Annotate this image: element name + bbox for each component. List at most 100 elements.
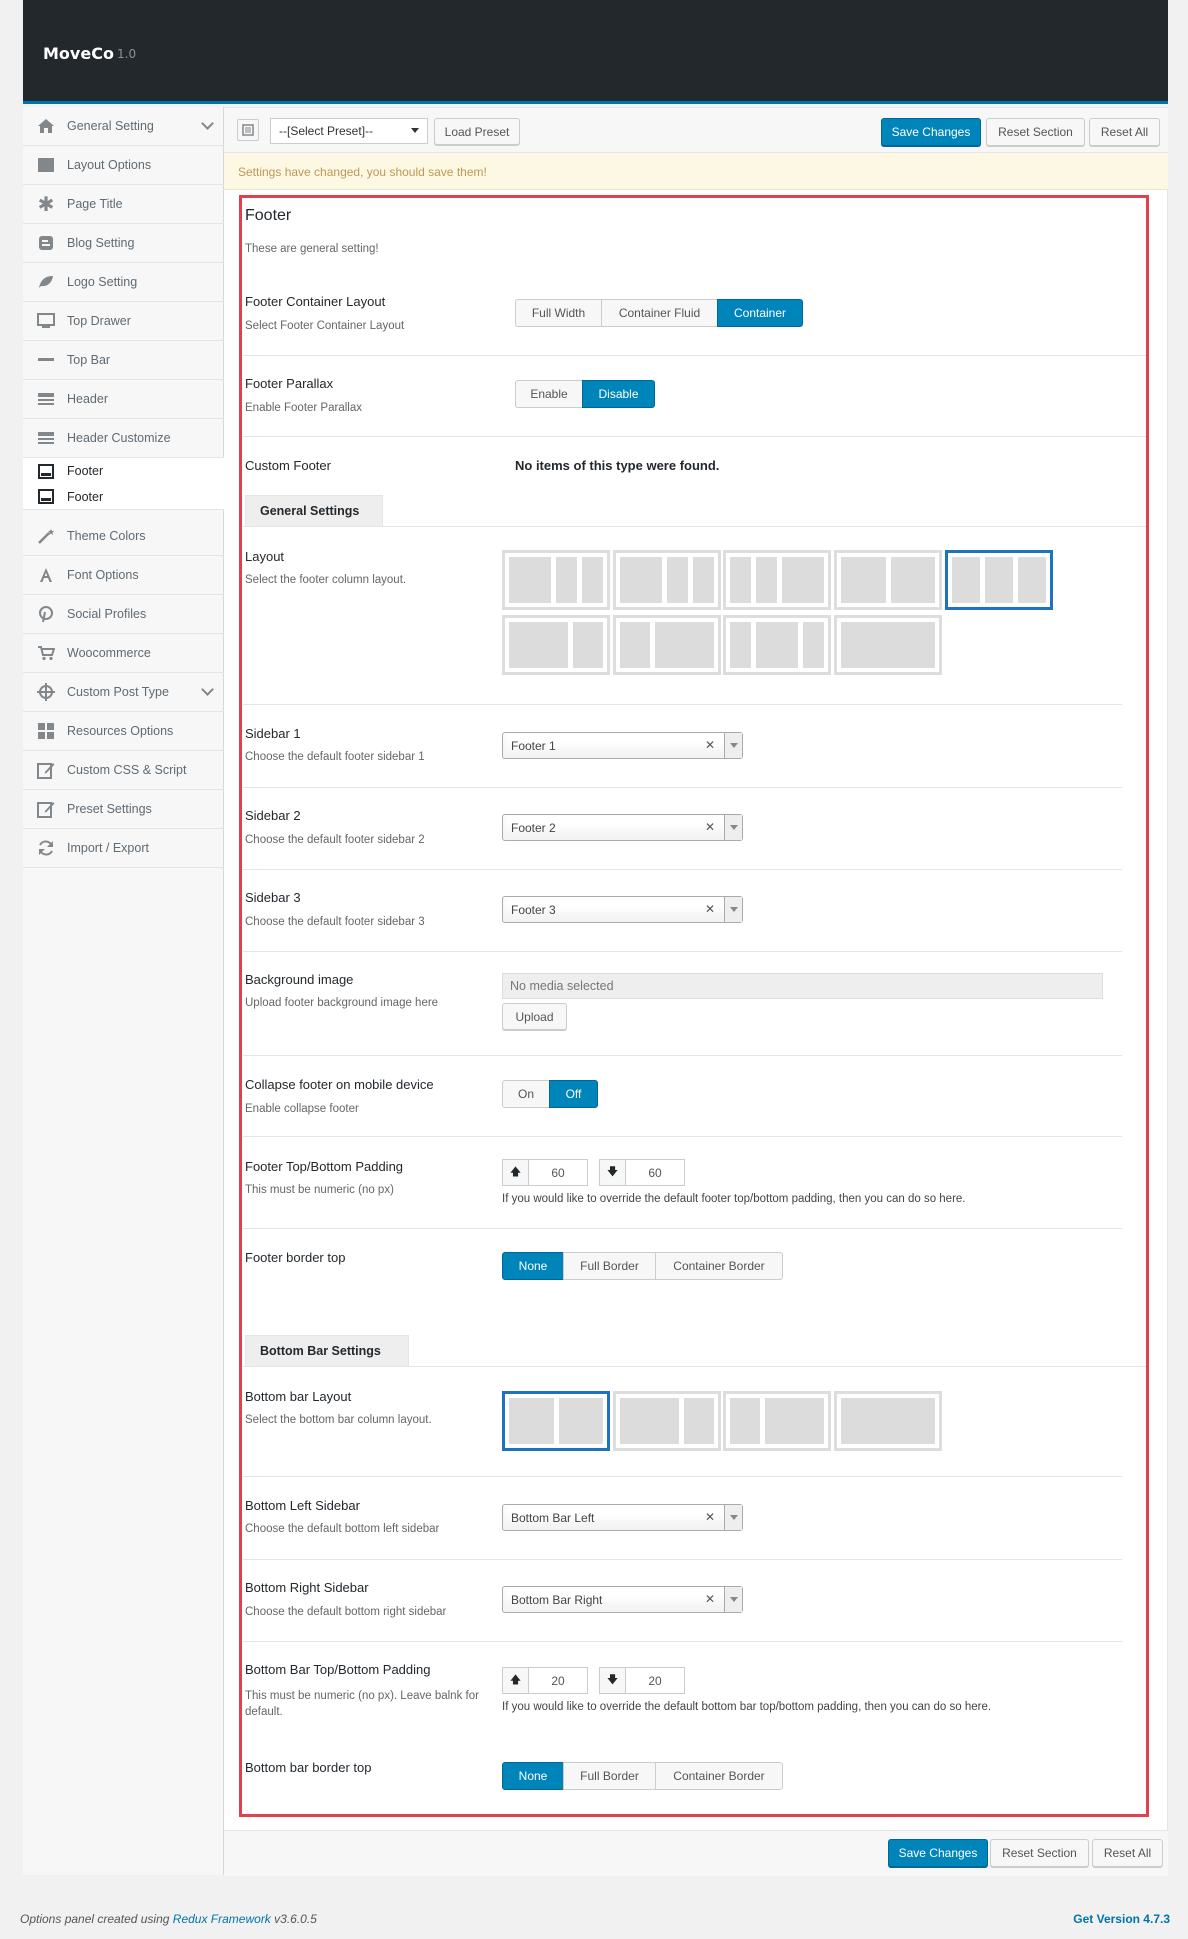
sidebar-item-woocommerce[interactable]: Woocommerce (23, 634, 224, 673)
layout-option-1-2-2[interactable] (502, 550, 610, 610)
preset-select[interactable]: --[Select Preset]-- (270, 118, 428, 144)
sidebar-item-theme-colors[interactable]: Theme Colors (23, 517, 224, 556)
field-label: Background image (245, 972, 354, 987)
bottom-right-sidebar-select[interactable]: Bottom Bar Right ✕ (502, 1586, 743, 1613)
option-none[interactable]: None (502, 1252, 564, 1280)
leaf-icon (36, 272, 56, 292)
option-container-border[interactable]: Container Border (655, 1252, 783, 1280)
home-icon (36, 116, 56, 136)
option-none[interactable]: None (502, 1762, 564, 1790)
sidebar-item-blog-setting[interactable]: Blog Setting (23, 224, 224, 263)
divider (243, 1055, 1122, 1056)
clear-icon[interactable]: ✕ (705, 738, 715, 752)
sidebar-item-label: Social Profiles (67, 607, 147, 621)
footer-border-top-buttonset: None Full Border Container Border (502, 1252, 783, 1280)
layout-option-1-2-1[interactable] (723, 615, 831, 675)
sidebar-item-top-bar[interactable]: Top Bar (23, 341, 224, 380)
bottom-bar-settings-tab[interactable]: Bottom Bar Settings (245, 1335, 409, 1366)
divider (243, 1476, 1122, 1477)
sidebar1-value: Footer 1 (511, 739, 556, 753)
sidebar-item-custom-post-type[interactable]: Custom Post Type (23, 673, 224, 712)
sidebar2-select[interactable]: Footer 2 ✕ (502, 814, 743, 841)
reset-section-button-bottom[interactable]: Reset Section (990, 1839, 1089, 1867)
sidebar-item-top-drawer[interactable]: Top Drawer (23, 302, 224, 341)
dropdown-arrow-icon[interactable] (724, 1505, 742, 1530)
bottom-left-sidebar-select[interactable]: Bottom Bar Left ✕ (502, 1504, 743, 1531)
sidebar-item-preset-settings[interactable]: Preset Settings (23, 790, 224, 829)
divider (243, 436, 1148, 437)
chevron-down-icon[interactable] (201, 683, 214, 696)
redux-framework-link[interactable]: Redux Framework (173, 1912, 271, 1926)
upload-button[interactable]: Upload (502, 1003, 567, 1030)
option-container-fluid[interactable]: Container Fluid (601, 299, 718, 327)
option-on[interactable]: On (502, 1080, 550, 1108)
top-header-bar: MoveCo 1.0 (23, 0, 1168, 104)
sidebar-item-general-setting[interactable]: General Setting (23, 107, 224, 146)
option-container-border[interactable]: Container Border (655, 1762, 783, 1790)
layout-option-full[interactable] (834, 615, 942, 675)
sidebar1-select[interactable]: Footer 1 ✕ (502, 732, 743, 759)
option-full-border[interactable]: Full Border (563, 1762, 656, 1790)
field-description: Choose the default footer sidebar 2 (245, 834, 425, 846)
dropdown-arrow-icon[interactable] (724, 1587, 742, 1612)
sidebar-item-label: General Setting (67, 119, 154, 133)
load-preset-button[interactable]: Load Preset (434, 118, 520, 145)
layout-option-1-2[interactable] (613, 615, 721, 675)
option-off[interactable]: Off (549, 1080, 598, 1108)
sidebar-item-label: Custom CSS & Script (67, 763, 187, 777)
sidebar3-select[interactable]: Footer 3 ✕ (502, 896, 743, 923)
sidebar-item-logo-setting[interactable]: Logo Setting (23, 263, 224, 302)
option-container[interactable]: Container (717, 299, 803, 327)
field-description: Choose the default bottom left sidebar (245, 1523, 440, 1535)
sidebar-item-header-customize[interactable]: Header Customize (23, 419, 224, 458)
option-full-width[interactable]: Full Width (515, 299, 602, 327)
bottom-layout-option-1-1-selected[interactable] (502, 1391, 610, 1451)
reset-all-button[interactable]: Reset All (1089, 118, 1160, 146)
field-description: This must be numeric (no px) (245, 1184, 394, 1196)
sidebar-item-footer[interactable]: Footer (23, 458, 224, 484)
layout-option-2-1[interactable] (502, 615, 610, 675)
padding-top-input[interactable]: 60 (529, 1159, 588, 1186)
dropdown-arrow-icon[interactable] (724, 815, 742, 840)
bottom-padding-bottom-input[interactable]: 20 (626, 1667, 685, 1694)
bottom-layout-option-full[interactable] (834, 1391, 942, 1451)
sidebar-item-font-options[interactable]: Font Options (23, 556, 224, 595)
sidebar-subitem-footer[interactable]: Footer (23, 484, 224, 510)
dropdown-arrow-icon[interactable] (724, 733, 742, 758)
sidebar-item-import-export[interactable]: Import / Export (23, 829, 224, 868)
expand-toggle-icon[interactable] (237, 119, 259, 141)
field-label: Footer Top/Bottom Padding (245, 1159, 404, 1174)
sidebar-item-layout-options[interactable]: Layout Options (23, 146, 224, 185)
sidebar-item-page-title[interactable]: ✱ Page Title (23, 185, 224, 224)
sidebar-item-custom-css-script[interactable]: Custom CSS & Script (23, 751, 224, 790)
field-description: Choose the default footer sidebar 1 (245, 751, 425, 763)
layout-option-2-1-1[interactable] (613, 550, 721, 610)
dropdown-arrow-icon[interactable] (724, 897, 742, 922)
sidebar-item-header[interactable]: Header (23, 380, 224, 419)
save-changes-button-bottom[interactable]: Save Changes (888, 1839, 988, 1867)
clear-icon[interactable]: ✕ (705, 1510, 715, 1524)
sidebar-item-resources-options[interactable]: Resources Options (23, 712, 224, 751)
sidebar-item-social-profiles[interactable]: Social Profiles (23, 595, 224, 634)
reset-all-button-bottom[interactable]: Reset All (1092, 1839, 1163, 1867)
chevron-down-icon[interactable] (201, 117, 214, 130)
clear-icon[interactable]: ✕ (705, 1592, 715, 1606)
layout-option-2-2[interactable] (834, 550, 942, 610)
general-settings-tab[interactable]: General Settings (245, 495, 383, 526)
bottom-layout-option-1-2[interactable] (723, 1391, 831, 1451)
bottom-layout-option-2-1[interactable] (613, 1391, 721, 1451)
layout-option-3-cols-selected[interactable] (945, 550, 1053, 610)
save-changes-button[interactable]: Save Changes (881, 118, 981, 146)
bottom-padding-top-input[interactable]: 20 (529, 1667, 588, 1694)
layout-option-1-1-2[interactable] (723, 550, 831, 610)
get-version-link[interactable]: Get Version 4.7.3 (1073, 1912, 1170, 1926)
reset-section-button[interactable]: Reset Section (986, 118, 1085, 146)
option-disable[interactable]: Disable (582, 380, 655, 408)
option-full-border[interactable]: Full Border (563, 1252, 656, 1280)
clear-icon[interactable]: ✕ (705, 902, 715, 916)
padding-bottom-input[interactable]: 60 (626, 1159, 685, 1186)
option-enable[interactable]: Enable (515, 380, 583, 408)
field-label: Footer border top (245, 1250, 346, 1265)
clear-icon[interactable]: ✕ (705, 820, 715, 834)
media-url-input[interactable]: No media selected (502, 973, 1103, 999)
